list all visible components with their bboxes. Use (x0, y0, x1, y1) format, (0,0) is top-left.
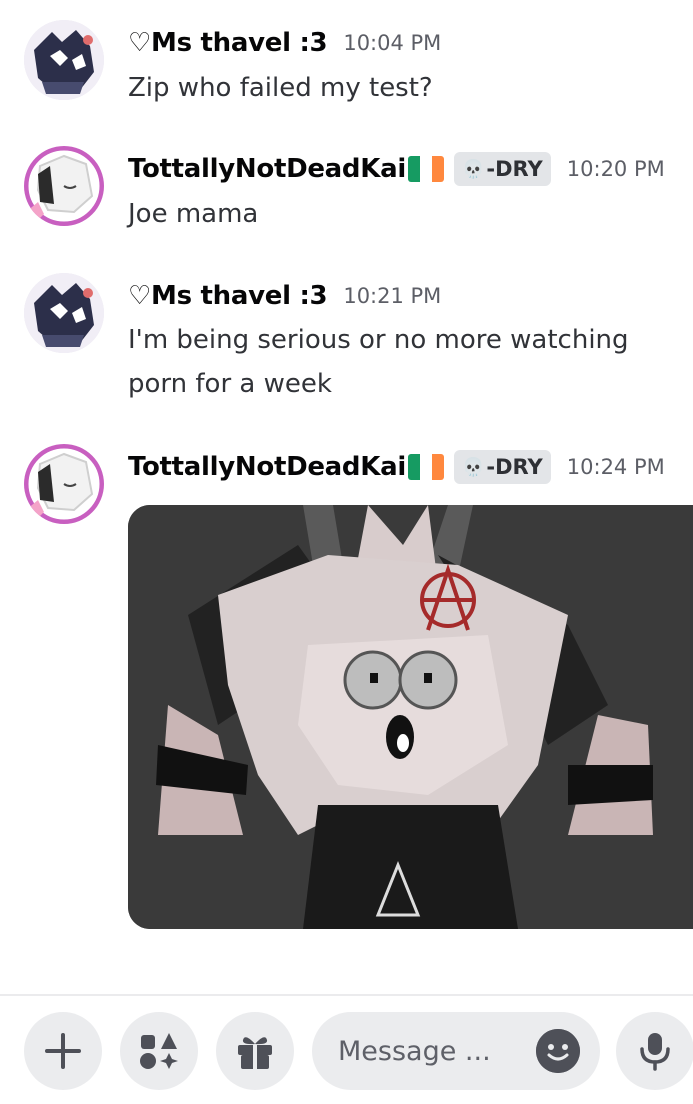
server-tag-label: -DRY (486, 157, 543, 181)
emoji-button[interactable] (536, 1029, 580, 1073)
timestamp: 10:04 PM (343, 31, 442, 55)
message-text: I'm being serious or no more watching po… (128, 325, 629, 399)
server-tag[interactable]: 💀 -DRY (453, 152, 551, 186)
timestamp: 10:21 PM (343, 284, 442, 308)
pixel-character-avatar-icon (24, 444, 104, 524)
message-text: Joe mama (128, 199, 259, 229)
gift-button[interactable] (216, 1012, 294, 1090)
wolf-avatar-icon (24, 20, 104, 100)
image-attachment[interactable] (128, 505, 693, 929)
add-button[interactable] (24, 1012, 102, 1090)
character-image-icon (128, 505, 693, 929)
timestamp: 10:24 PM (566, 455, 665, 479)
wolf-avatar-icon (24, 273, 104, 353)
plus-icon (45, 1033, 81, 1069)
timestamp: 10:20 PM (566, 157, 665, 181)
username[interactable]: ♡Ms thavel :3 (128, 28, 328, 58)
server-tag-label: -DRY (486, 455, 543, 479)
apps-button[interactable] (120, 1012, 198, 1090)
username[interactable]: TottallyNotDeadKai (128, 154, 406, 184)
message-input[interactable]: Message ... (312, 1012, 600, 1090)
username[interactable]: TottallyNotDeadKai (128, 452, 406, 482)
message-composer: Message ... (0, 996, 693, 1104)
message-input-placeholder: Message ... (338, 1035, 491, 1067)
message-text: Zip who failed my test? (128, 73, 433, 103)
microphone-icon (640, 1033, 670, 1071)
server-tag[interactable]: 💀 -DRY (453, 450, 551, 484)
avatar[interactable] (24, 444, 104, 524)
avatar[interactable] (24, 273, 104, 353)
ireland-flag-icon (407, 156, 444, 182)
gift-icon (238, 1037, 272, 1069)
skull-icon: 💀 (461, 456, 485, 478)
apps-icon (140, 1033, 178, 1069)
voice-button[interactable] (616, 1012, 693, 1090)
avatar[interactable] (24, 146, 104, 226)
pixel-character-avatar-icon (24, 146, 104, 226)
username[interactable]: ♡Ms thavel :3 (128, 281, 328, 311)
ireland-flag-icon (407, 454, 444, 480)
emoji-icon (536, 1029, 580, 1073)
skull-icon: 💀 (461, 158, 485, 180)
avatar[interactable] (24, 20, 104, 100)
